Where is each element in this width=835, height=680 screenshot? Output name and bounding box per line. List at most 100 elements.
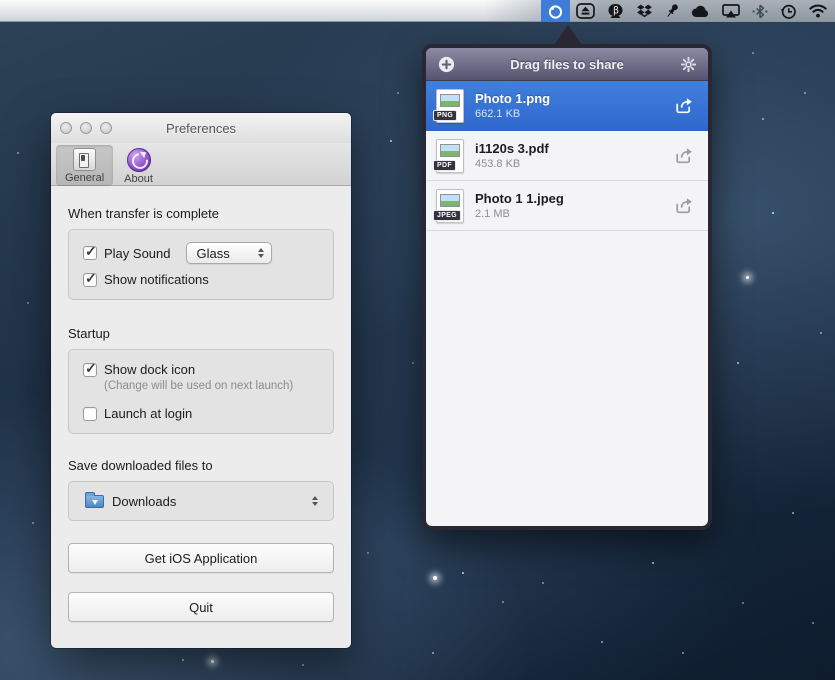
stepper-arrows-icon (309, 496, 321, 506)
transfer-clock-icon (547, 3, 564, 20)
wifi-menubar-icon[interactable] (803, 0, 833, 22)
cloud-icon (691, 5, 710, 18)
tab-general[interactable]: General (56, 145, 113, 186)
file-name: i1120s 3.pdf (475, 140, 674, 157)
beta-icon: β (607, 3, 624, 19)
about-swirl-icon (127, 148, 151, 172)
time-machine-icon (780, 3, 797, 20)
close-button[interactable] (60, 122, 72, 134)
tab-label: About (124, 173, 153, 185)
jpeg-file-icon: JPEG (436, 189, 464, 223)
zoom-button[interactable] (100, 122, 112, 134)
play-sound-checkbox[interactable]: ✓ (83, 246, 97, 260)
menu-bar-status-icons: β (541, 0, 833, 22)
section-label-save-to: Save downloaded files to (68, 458, 334, 473)
eject-icon (576, 3, 595, 19)
show-notifications-label: Show notifications (104, 272, 209, 287)
tab-label: General (65, 172, 104, 184)
tab-about[interactable]: About (115, 145, 162, 187)
shared-files-list: PNG Photo 1.png 662.1 KB PDF (426, 81, 708, 526)
save-destination-value: Downloads (112, 494, 309, 509)
dock-icon-note: (Change will be used on next launch) (104, 380, 321, 392)
pin-menubar-icon[interactable] (659, 0, 685, 22)
airplay-menubar-icon[interactable] (716, 0, 746, 22)
show-dock-icon-label: Show dock icon (104, 362, 195, 377)
checkmark: ✓ (85, 270, 97, 287)
transfer-complete-group: ✓ Play Sound Glass ✓ Show notifications (68, 229, 334, 300)
file-type-badge: PNG (433, 110, 457, 121)
file-thumbnail (440, 194, 460, 207)
bright-star (746, 276, 749, 279)
traffic-lights (60, 122, 112, 134)
add-file-button[interactable] (438, 56, 455, 73)
bluetooth-menubar-icon[interactable] (746, 0, 774, 22)
play-sound-label: Play Sound (104, 246, 171, 261)
launch-at-login-label: Launch at login (104, 406, 192, 421)
share-link-button[interactable] (674, 97, 696, 115)
cloud-menubar-icon[interactable] (685, 0, 716, 22)
preferences-content: When transfer is complete ✓ Play Sound G… (51, 186, 351, 622)
file-name: Photo 1.png (475, 90, 674, 107)
share-popover-window: Drag files to share PNG (422, 44, 712, 530)
get-ios-application-button[interactable]: Get iOS Application (68, 543, 334, 573)
startup-group: ✓ Show dock icon (Change will be used on… (68, 349, 334, 434)
eject-menubar-icon[interactable] (570, 0, 601, 22)
popover-title: Drag files to share (510, 57, 623, 72)
airplay-icon (722, 4, 740, 18)
play-sound-row: ✓ Play Sound Glass (83, 242, 321, 264)
popover-arrow (554, 25, 582, 45)
launch-at-login-checkbox[interactable]: ✓ (83, 407, 97, 421)
file-thumbnail (440, 144, 460, 157)
light-switch-icon (73, 148, 96, 171)
file-name: Photo 1 1.jpeg (475, 190, 674, 207)
file-type-badge: JPEG (433, 210, 461, 221)
bluetooth-icon (752, 4, 768, 19)
wifi-icon (809, 4, 827, 18)
minimize-button[interactable] (80, 122, 92, 134)
bright-star (211, 660, 214, 663)
show-notifications-row: ✓ Show notifications (83, 272, 321, 287)
share-link-button[interactable] (674, 147, 696, 165)
transfer-app-menubar-icon[interactable] (541, 0, 570, 22)
sound-select-value: Glass (197, 246, 255, 261)
png-file-icon: PNG (436, 89, 464, 123)
section-label-startup: Startup (68, 326, 334, 341)
checkmark: ✓ (85, 243, 97, 260)
pushpin-icon (665, 3, 679, 19)
gear-icon[interactable] (681, 57, 696, 72)
save-destination-select[interactable]: Downloads (68, 481, 334, 521)
window-title: Preferences (166, 121, 236, 136)
popover-header: Drag files to share (426, 48, 708, 81)
bright-star (433, 576, 437, 580)
file-size: 453.8 KB (475, 157, 674, 171)
file-size: 662.1 KB (475, 107, 674, 121)
dropbox-menubar-icon[interactable] (630, 0, 659, 22)
menu-bar: β (0, 0, 835, 22)
file-meta: Photo 1 1.jpeg 2.1 MB (475, 190, 674, 221)
section-label-transfer-complete: When transfer is complete (68, 206, 334, 221)
preferences-toolbar: General About (51, 143, 351, 186)
stepper-arrows-icon (255, 248, 267, 258)
show-dock-icon-checkbox[interactable]: ✓ (83, 363, 97, 377)
pdf-file-icon: PDF (436, 139, 464, 173)
downloads-folder-icon (85, 495, 104, 508)
quit-button[interactable]: Quit (68, 592, 334, 622)
show-dock-icon-row: ✓ Show dock icon (83, 362, 321, 377)
file-row[interactable]: PDF i1120s 3.pdf 453.8 KB (426, 131, 708, 181)
svg-text:β: β (613, 6, 619, 17)
share-link-button[interactable] (674, 197, 696, 215)
sound-select[interactable]: Glass (186, 242, 272, 264)
preferences-window: Preferences General About When transfer … (51, 113, 351, 648)
dropbox-icon (636, 4, 653, 19)
time-machine-menubar-icon[interactable] (774, 0, 803, 22)
file-row[interactable]: PNG Photo 1.png 662.1 KB (426, 81, 708, 131)
file-meta: Photo 1.png 662.1 KB (475, 90, 674, 121)
file-thumbnail (440, 94, 460, 107)
file-row[interactable]: JPEG Photo 1 1.jpeg 2.1 MB (426, 181, 708, 231)
show-notifications-checkbox[interactable]: ✓ (83, 273, 97, 287)
file-meta: i1120s 3.pdf 453.8 KB (475, 140, 674, 171)
file-size: 2.1 MB (475, 207, 674, 221)
launch-at-login-row: ✓ Launch at login (83, 406, 321, 421)
title-bar: Preferences (51, 113, 351, 143)
beta-menubar-icon[interactable]: β (601, 0, 630, 22)
